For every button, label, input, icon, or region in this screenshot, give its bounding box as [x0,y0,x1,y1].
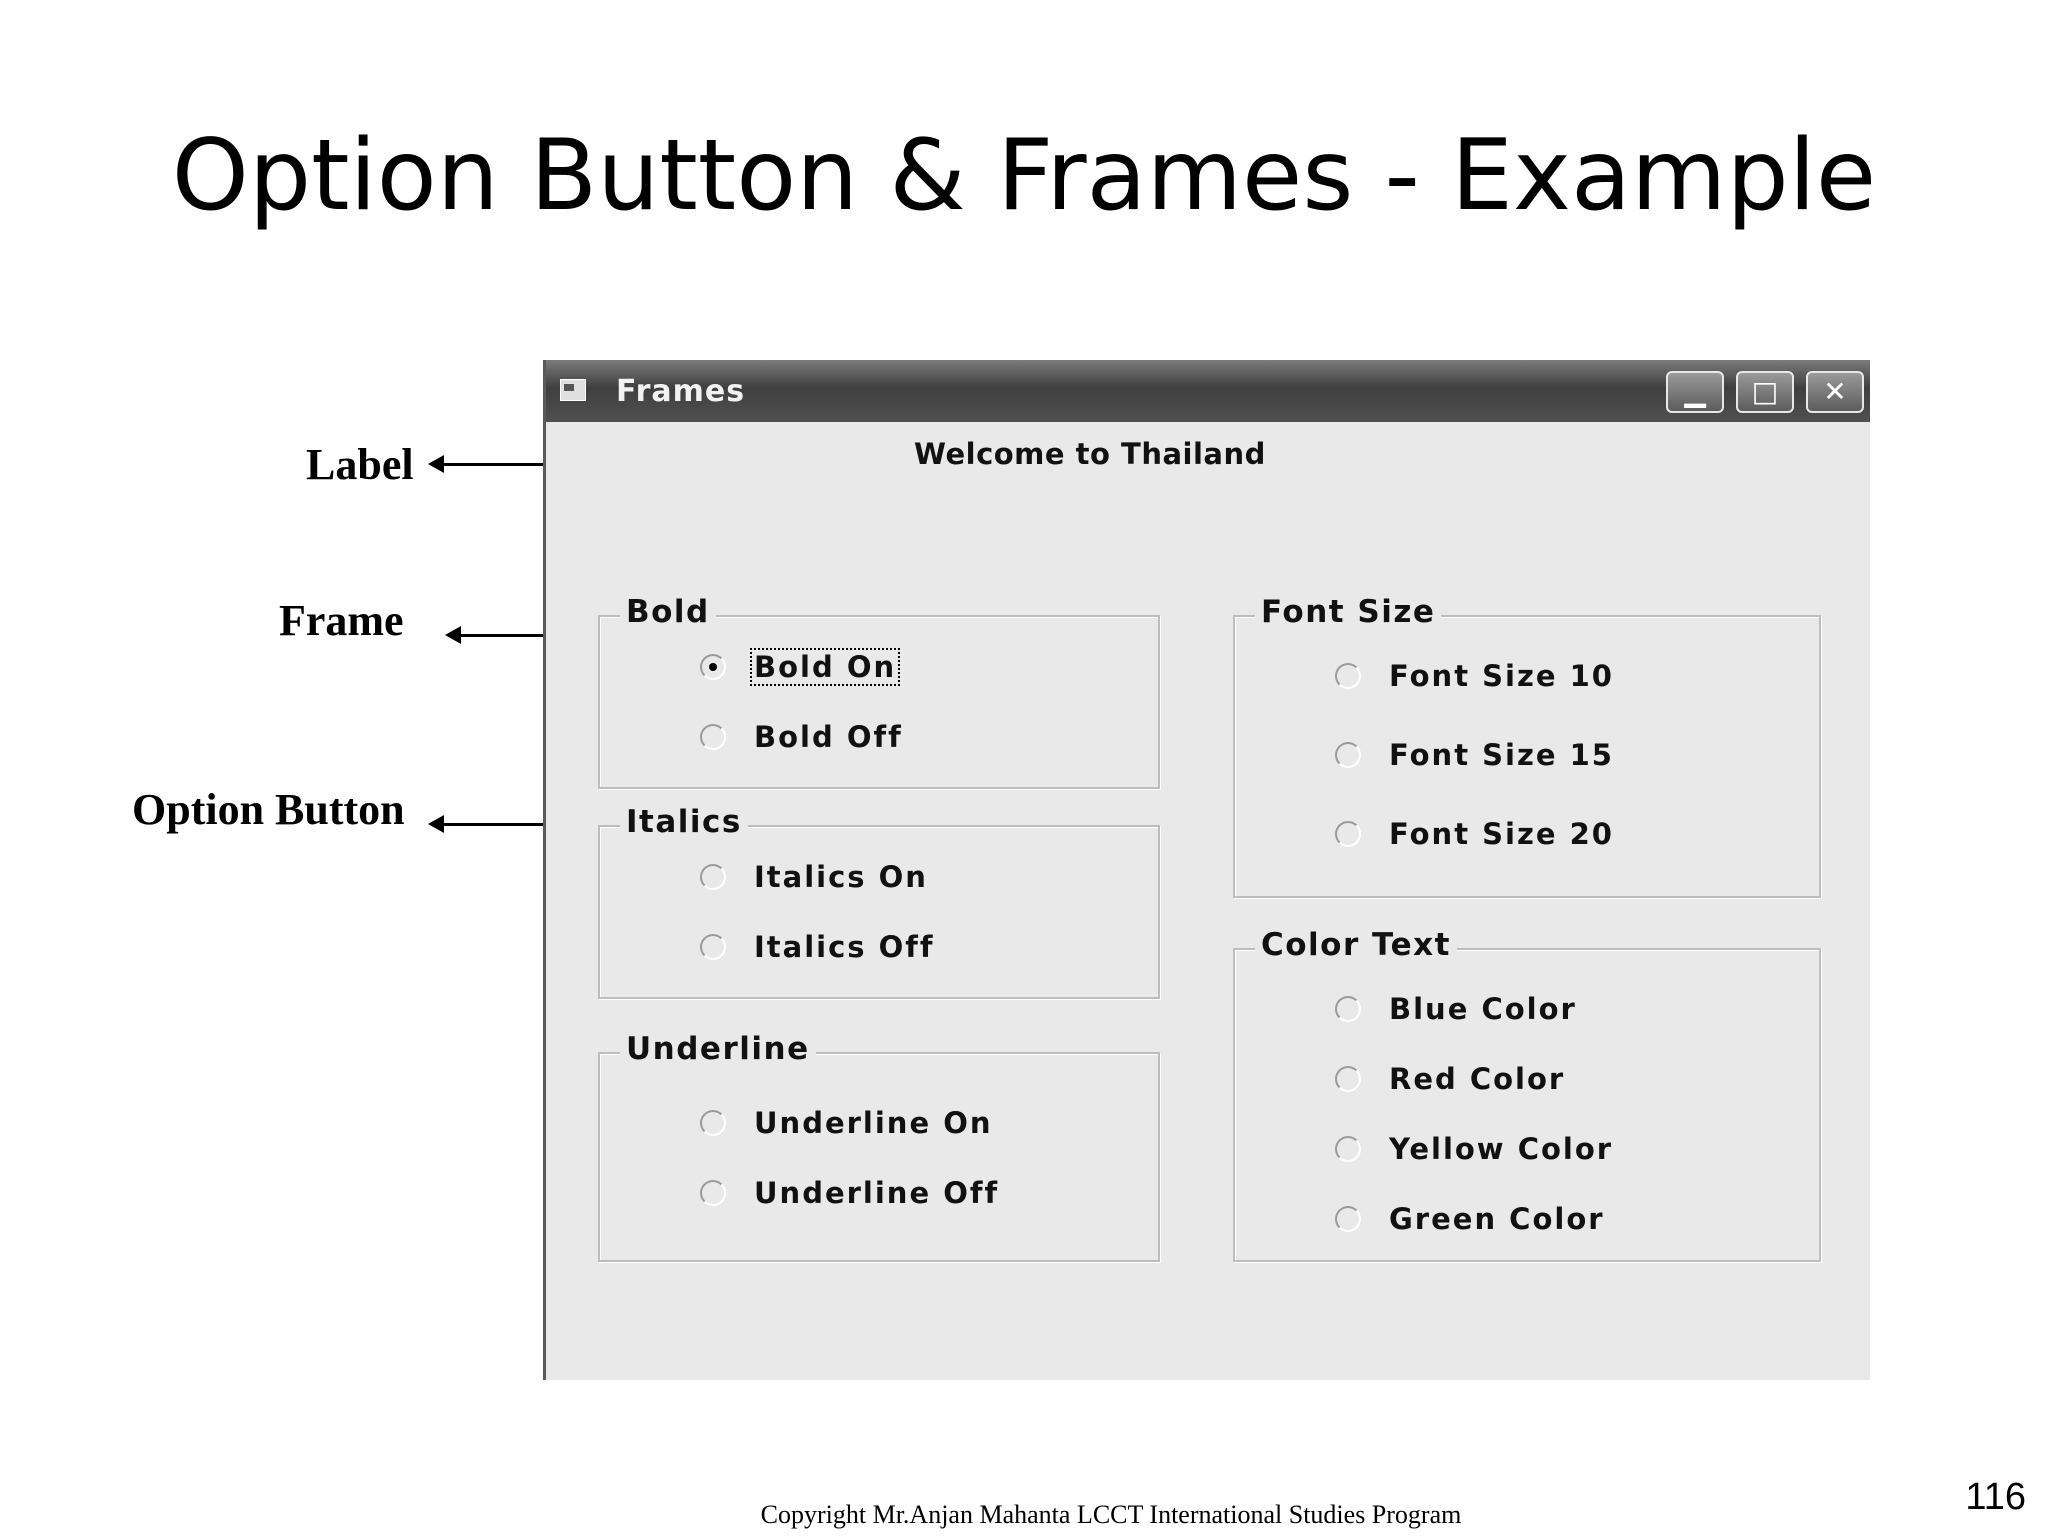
option-bold-on[interactable]: Bold On [700,648,901,686]
radio-icon[interactable] [1335,996,1361,1022]
option-label: Red Color [1389,1062,1566,1096]
option-label: Bold On [749,648,901,686]
option-font-size-15[interactable]: Font Size 15 [1335,738,1616,772]
copyright-footer: Copyright Mr.Anjan Mahanta LCCT Internat… [760,1500,1462,1529]
option-label: Yellow Color [1389,1132,1614,1166]
option-label: Font Size 20 [1389,817,1614,851]
radio-icon[interactable] [700,724,726,750]
option-label: Underline On [754,1106,993,1140]
callout-option-button: Option Button [132,785,405,834]
option-red-color[interactable]: Red Color [1335,1062,1567,1096]
radio-icon[interactable] [1335,1066,1361,1092]
option-underline-off[interactable]: Underline Off [700,1176,1001,1210]
close-button[interactable]: ✕ [1806,371,1864,413]
frame-bold: Bold Bold On Bold Off [598,589,1160,789]
option-italics-off[interactable]: Italics Off [700,930,937,964]
option-bold-off[interactable]: Bold Off [700,720,905,754]
radio-icon[interactable] [1335,1206,1361,1232]
slide-title: Option Button & Frames - Example [171,119,1877,233]
window-app-icon [560,379,586,401]
radio-icon[interactable] [1335,663,1361,689]
frame-font-size-legend: Font Size [1255,589,1442,636]
frame-underline: Underline Underline On Underline Off [598,1026,1160,1262]
frame-italics: Italics Italics On Italics Off [598,799,1160,999]
radio-icon[interactable] [1335,742,1361,768]
option-italics-on[interactable]: Italics On [700,860,930,894]
option-label: Italics Off [754,930,935,964]
option-blue-color[interactable]: Blue Color [1335,992,1579,1026]
radio-icon[interactable] [700,1110,726,1136]
frame-italics-legend: Italics [620,799,748,846]
option-label: Font Size 10 [1389,659,1614,693]
frame-bold-legend: Bold [620,589,716,636]
minimize-button[interactable]: ▁ [1666,371,1724,413]
frame-color-text-legend: Color Text [1255,922,1457,969]
option-label: Green Color [1389,1202,1605,1236]
option-label: Bold Off [754,720,903,754]
option-label: Blue Color [1389,992,1577,1026]
radio-icon[interactable] [1335,821,1361,847]
maximize-button[interactable]: □ [1736,371,1794,413]
radio-icon[interactable] [700,1180,726,1206]
frames-window: Frames ▁ □ ✕ Welcome to Thailand Bold Bo… [543,360,1870,1380]
page-number: 116 [1965,1476,2026,1518]
frame-color-text: Color Text Blue Color Red Color Yellow C… [1233,922,1821,1262]
callout-label: Label [306,440,414,489]
option-label: Font Size 15 [1389,738,1614,772]
callout-frame: Frame [279,596,404,645]
radio-icon[interactable] [700,864,726,890]
option-label: Italics On [754,860,928,894]
radio-checked-icon[interactable] [700,654,726,680]
option-underline-on[interactable]: Underline On [700,1106,995,1140]
radio-icon[interactable] [1335,1136,1361,1162]
option-font-size-10[interactable]: Font Size 10 [1335,659,1616,693]
option-label: Underline Off [754,1176,1000,1210]
frame-underline-legend: Underline [620,1026,816,1073]
option-green-color[interactable]: Green Color [1335,1202,1607,1236]
frame-font-size: Font Size Font Size 10 Font Size 15 Font… [1233,589,1821,898]
radio-icon[interactable] [700,934,726,960]
welcome-label: Welcome to Thailand [914,437,1266,471]
window-title: Frames [616,374,746,409]
window-titlebar[interactable]: Frames ▁ □ ✕ [546,360,1870,422]
option-font-size-20[interactable]: Font Size 20 [1335,817,1616,851]
option-yellow-color[interactable]: Yellow Color [1335,1132,1615,1166]
